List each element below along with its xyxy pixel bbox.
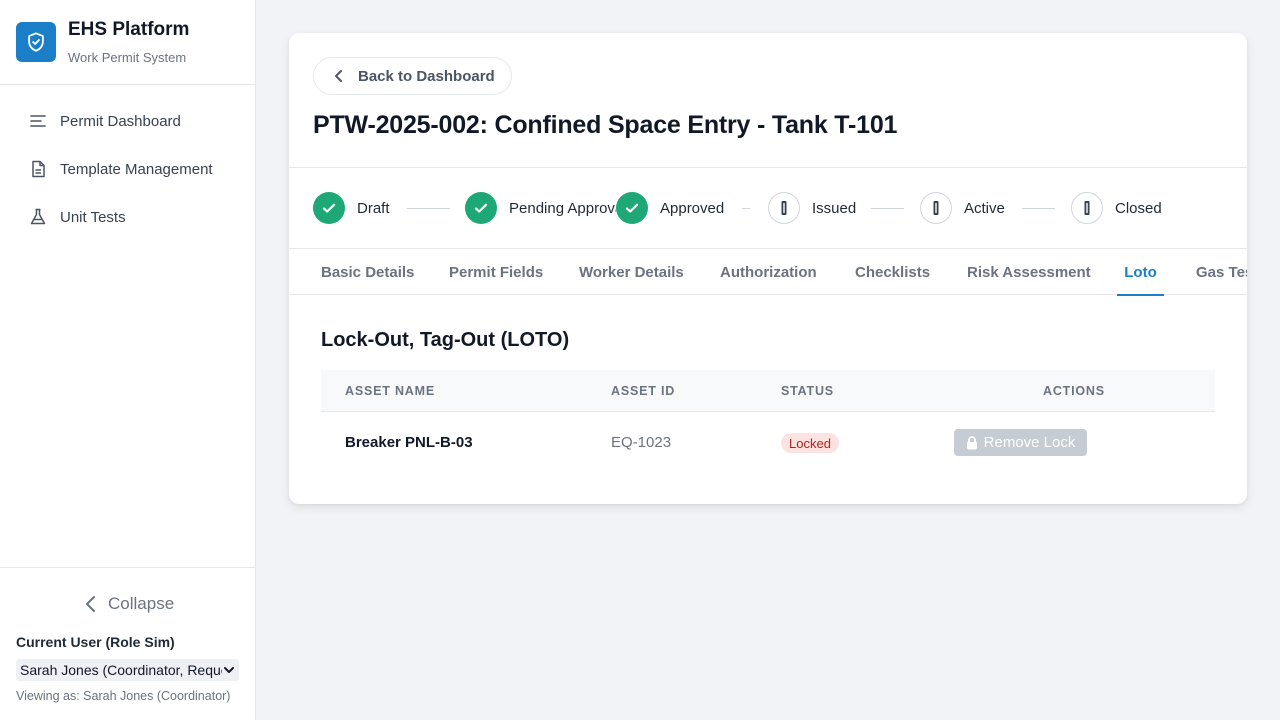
- column-header-actions: ACTIONS: [1043, 384, 1105, 398]
- step-approved: Approved: [616, 192, 724, 224]
- app-subtitle: Work Permit System: [68, 50, 187, 65]
- column-header-asset-name: ASSET NAME: [345, 384, 435, 398]
- tab-risk-assessment[interactable]: Risk Assessment: [967, 249, 1091, 295]
- sidebar: EHS Platform Work Permit System Permit D…: [0, 0, 256, 720]
- step-draft: Draft: [313, 192, 390, 224]
- sidebar-footer: Collapse Current User (Role Sim) Sarah J…: [0, 567, 255, 720]
- step-label: Active: [964, 199, 1005, 217]
- sidebar-nav: Permit Dashboard Template Management Uni…: [0, 97, 255, 241]
- pending-step-icon: [1071, 192, 1103, 224]
- lock-icon: [966, 435, 977, 449]
- current-user-value: Sarah Jones (Coordinator, Requester): [20, 662, 222, 678]
- tab-loto[interactable]: Loto: [1117, 249, 1164, 296]
- tab-worker-details[interactable]: Worker Details: [579, 249, 684, 295]
- status-stepper: Draft Pending Approval Approved Issued A…: [313, 192, 1213, 226]
- divider: [289, 167, 1247, 168]
- asset-name-cell: Breaker PNL-B-03: [345, 434, 473, 451]
- section-title: Lock-Out, Tag-Out (LOTO): [321, 329, 570, 351]
- table-header: ASSET NAME ASSET ID STATUS ACTIONS: [321, 370, 1215, 412]
- collapse-label: Collapse: [108, 594, 175, 613]
- app-title: EHS Platform: [68, 19, 190, 40]
- back-button-label: Back to Dashboard: [358, 67, 495, 85]
- current-user-label: Current User (Role Sim): [16, 634, 175, 650]
- remove-lock-button[interactable]: Remove Lock: [954, 429, 1087, 456]
- check-icon: [465, 192, 497, 224]
- sidebar-item-label: Template Management: [60, 160, 213, 178]
- tab-checklists[interactable]: Checklists: [855, 249, 930, 295]
- step-label: Closed: [1115, 199, 1162, 217]
- sidebar-item-template-management[interactable]: Template Management: [0, 145, 255, 193]
- pending-step-icon: [920, 192, 952, 224]
- back-to-dashboard-button[interactable]: Back to Dashboard: [313, 57, 512, 95]
- viewing-as-text: Viewing as: Sarah Jones (Coordinator): [16, 689, 231, 703]
- step-label: Approved: [660, 199, 725, 217]
- step-label: Issued: [812, 199, 857, 217]
- sidebar-item-label: Unit Tests: [60, 208, 126, 226]
- check-icon: [313, 192, 345, 224]
- step-connector: [871, 208, 904, 209]
- table-row: Breaker PNL-B-03 EQ-1023 Locked Remove L…: [321, 412, 1215, 474]
- step-label: Pending Approval: [509, 199, 616, 217]
- document-icon: [32, 160, 45, 178]
- permit-tabs: Basic Details Permit Fields Worker Detai…: [289, 249, 1247, 296]
- sidebar-item-label: Permit Dashboard: [60, 112, 181, 130]
- status-badge: Locked: [781, 433, 839, 453]
- step-active: Active: [920, 192, 1005, 224]
- step-pending-approval: Pending Approval: [465, 192, 616, 224]
- step-connector: [742, 208, 750, 209]
- column-header-asset-id: ASSET ID: [611, 384, 676, 398]
- tab-permit-fields[interactable]: Permit Fields: [449, 249, 543, 295]
- brand-header: EHS Platform Work Permit System: [0, 0, 255, 85]
- step-label: Draft: [357, 199, 390, 217]
- page-title: PTW-2025-002: Confined Space Entry - Tan…: [313, 111, 898, 139]
- sidebar-item-unit-tests[interactable]: Unit Tests: [0, 193, 255, 241]
- pending-step-icon: [768, 192, 800, 224]
- step-issued: Issued: [768, 192, 856, 224]
- chevron-left-icon: [335, 70, 342, 82]
- tab-basic-details[interactable]: Basic Details: [321, 249, 414, 295]
- asset-id-cell: EQ-1023: [611, 434, 672, 451]
- flask-icon: [30, 208, 46, 225]
- lines-icon: [30, 115, 46, 127]
- step-connector: [407, 208, 450, 209]
- chevron-down-icon: [224, 667, 234, 673]
- shield-check-icon: [16, 22, 56, 62]
- collapse-button[interactable]: Collapse: [84, 594, 174, 614]
- tab-gas-tests[interactable]: Gas Tests: [1196, 249, 1247, 295]
- sidebar-item-permit-dashboard[interactable]: Permit Dashboard: [0, 97, 255, 145]
- remove-lock-label: Remove Lock: [983, 434, 1076, 451]
- step-connector: [1022, 208, 1055, 209]
- check-icon: [616, 192, 648, 224]
- column-header-status: STATUS: [781, 384, 834, 398]
- step-closed: Closed: [1071, 192, 1162, 224]
- permit-detail-card: Back to Dashboard PTW-2025-002: Confined…: [289, 33, 1247, 504]
- tab-authorization[interactable]: Authorization: [720, 249, 817, 295]
- chevron-left-icon: [86, 596, 95, 612]
- current-user-select[interactable]: Sarah Jones (Coordinator, Requester): [16, 659, 239, 681]
